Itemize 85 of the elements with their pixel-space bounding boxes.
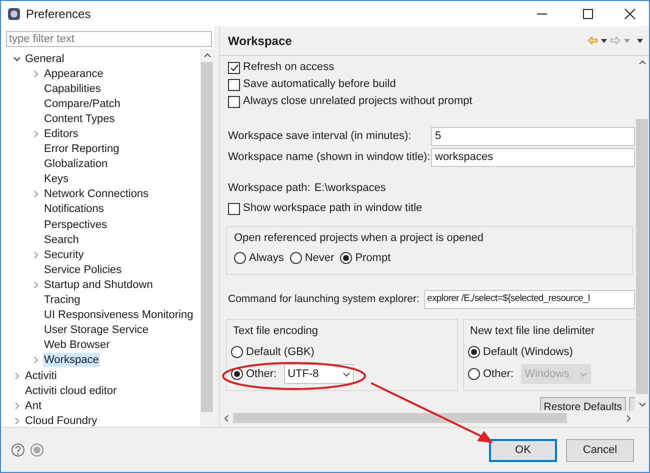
tree-item[interactable]: Editors: [43, 127, 80, 142]
expand-caret-icon[interactable]: [32, 70, 40, 78]
text-field[interactable]: 5: [431, 127, 635, 146]
radio-button[interactable]: [231, 346, 243, 358]
view-menu-icon[interactable]: [637, 38, 643, 42]
field-label: Workspace save interval (in minutes):: [228, 129, 412, 144]
tree-item[interactable]: Search: [43, 232, 80, 247]
caret-icon: [580, 372, 587, 376]
radio-button[interactable]: [468, 346, 480, 358]
tree-item[interactable]: General: [24, 52, 66, 66]
field-label: Command for launching system explorer:: [228, 292, 420, 307]
path-value: E:\workspaces: [314, 181, 386, 196]
checkbox-label: Always close unrelated projects without prompt: [243, 94, 472, 110]
tree-item[interactable]: Network Connections: [43, 187, 150, 202]
scroll-down-icon[interactable]: [638, 402, 646, 407]
tree-item[interactable]: Globalization: [43, 157, 109, 172]
tree-item[interactable]: User Storage Service: [43, 323, 150, 338]
radio-label: Never: [304, 250, 334, 266]
tree-item[interactable]: Perspectives: [43, 218, 108, 232]
tree-item[interactable]: Security: [43, 248, 85, 262]
help-icon[interactable]: [11, 443, 25, 457]
tree-item[interactable]: Activiti: [24, 368, 58, 383]
expand-caret-icon[interactable]: [32, 356, 40, 364]
expand-caret-icon[interactable]: [32, 190, 40, 198]
tree-item[interactable]: Cloud Foundry: [24, 414, 98, 428]
caret-icon: [342, 372, 350, 376]
tree-item[interactable]: Appearance: [43, 66, 104, 81]
page-title: Workspace: [228, 32, 292, 50]
tree-item[interactable]: Notifications: [43, 202, 105, 216]
radio-button[interactable]: [290, 252, 302, 264]
tree-item[interactable]: Workspace: [43, 353, 100, 368]
dialog-button[interactable]: OK: [489, 438, 557, 462]
tree-item[interactable]: Content Types: [43, 112, 116, 126]
dialog-button[interactable]: Cancel: [566, 438, 634, 462]
tree-item[interactable]: UI Responsiveness Monitoring: [43, 308, 194, 322]
expand-caret-icon[interactable]: [32, 280, 40, 289]
radio-label: Always: [249, 250, 284, 266]
tree-item[interactable]: Error Reporting: [43, 142, 120, 156]
tree-item[interactable]: Capabilities: [43, 82, 102, 96]
tree-item[interactable]: Web Browser: [43, 338, 111, 352]
checkbox[interactable]: [228, 62, 240, 74]
radio-button[interactable]: [340, 252, 352, 264]
checkbox[interactable]: [228, 96, 240, 108]
radio-button[interactable]: [234, 252, 246, 264]
radio-label: Default (Windows): [483, 344, 573, 360]
checkbox-label: Save automatically before build: [243, 77, 396, 92]
dropdown[interactable]: UTF-8: [284, 364, 354, 384]
checkbox[interactable]: [228, 78, 240, 90]
record-icon[interactable]: [30, 443, 44, 457]
field-label: Workspace name (shown in window title):: [228, 150, 431, 166]
scroll-left-icon[interactable]: [224, 414, 229, 422]
scroll-up-icon[interactable]: [204, 53, 210, 58]
window-title: Preferences: [26, 6, 91, 22]
radio-label: Other:: [246, 366, 277, 382]
scroll-right-icon[interactable]: [626, 414, 631, 422]
app-icon: [7, 6, 21, 20]
expand-caret-icon[interactable]: [32, 250, 40, 259]
expand-caret-icon[interactable]: [13, 416, 21, 425]
expand-caret-icon[interactable]: [32, 130, 40, 138]
field-label: Workspace path:: [228, 181, 310, 196]
tree-item[interactable]: Startup and Shutdown: [43, 278, 154, 292]
tree-item[interactable]: Keys: [43, 172, 70, 186]
checkbox-label: Show workspace path in window title: [243, 201, 422, 216]
restore-defaults-button[interactable]: Restore Defaults: [540, 397, 626, 411]
tree-item[interactable]: Compare/Patch: [43, 96, 122, 111]
tree-item[interactable]: Service Policies: [43, 262, 123, 277]
checkbox[interactable]: [228, 202, 240, 214]
tree-item[interactable]: Tracing: [43, 293, 82, 308]
checkbox-label: Refresh on access: [243, 60, 334, 76]
dropdown-icon[interactable]: [601, 38, 607, 42]
radio-label: Prompt: [355, 250, 391, 266]
radio-label: Default (GBK): [246, 344, 314, 360]
expand-caret-icon[interactable]: [13, 402, 21, 410]
scroll-up-icon[interactable]: [638, 60, 646, 65]
expand-caret-icon[interactable]: [13, 372, 21, 380]
filter-field[interactable]: type filter text: [6, 31, 212, 47]
collapse-caret-icon[interactable]: [13, 54, 21, 63]
group-title: Text file encoding: [232, 324, 319, 339]
text-field[interactable]: workspaces: [431, 148, 635, 167]
group-title: New text file line delimiter: [469, 324, 596, 339]
group-title: Open referenced projects when a project is opened: [234, 231, 484, 246]
tree-item[interactable]: Activiti cloud editor: [24, 384, 118, 398]
radio-label: Other:: [483, 366, 514, 382]
tree-item[interactable]: Ant: [24, 398, 43, 413]
text-field[interactable]: explorer /E,/select=${selected_resource_l: [424, 290, 635, 309]
